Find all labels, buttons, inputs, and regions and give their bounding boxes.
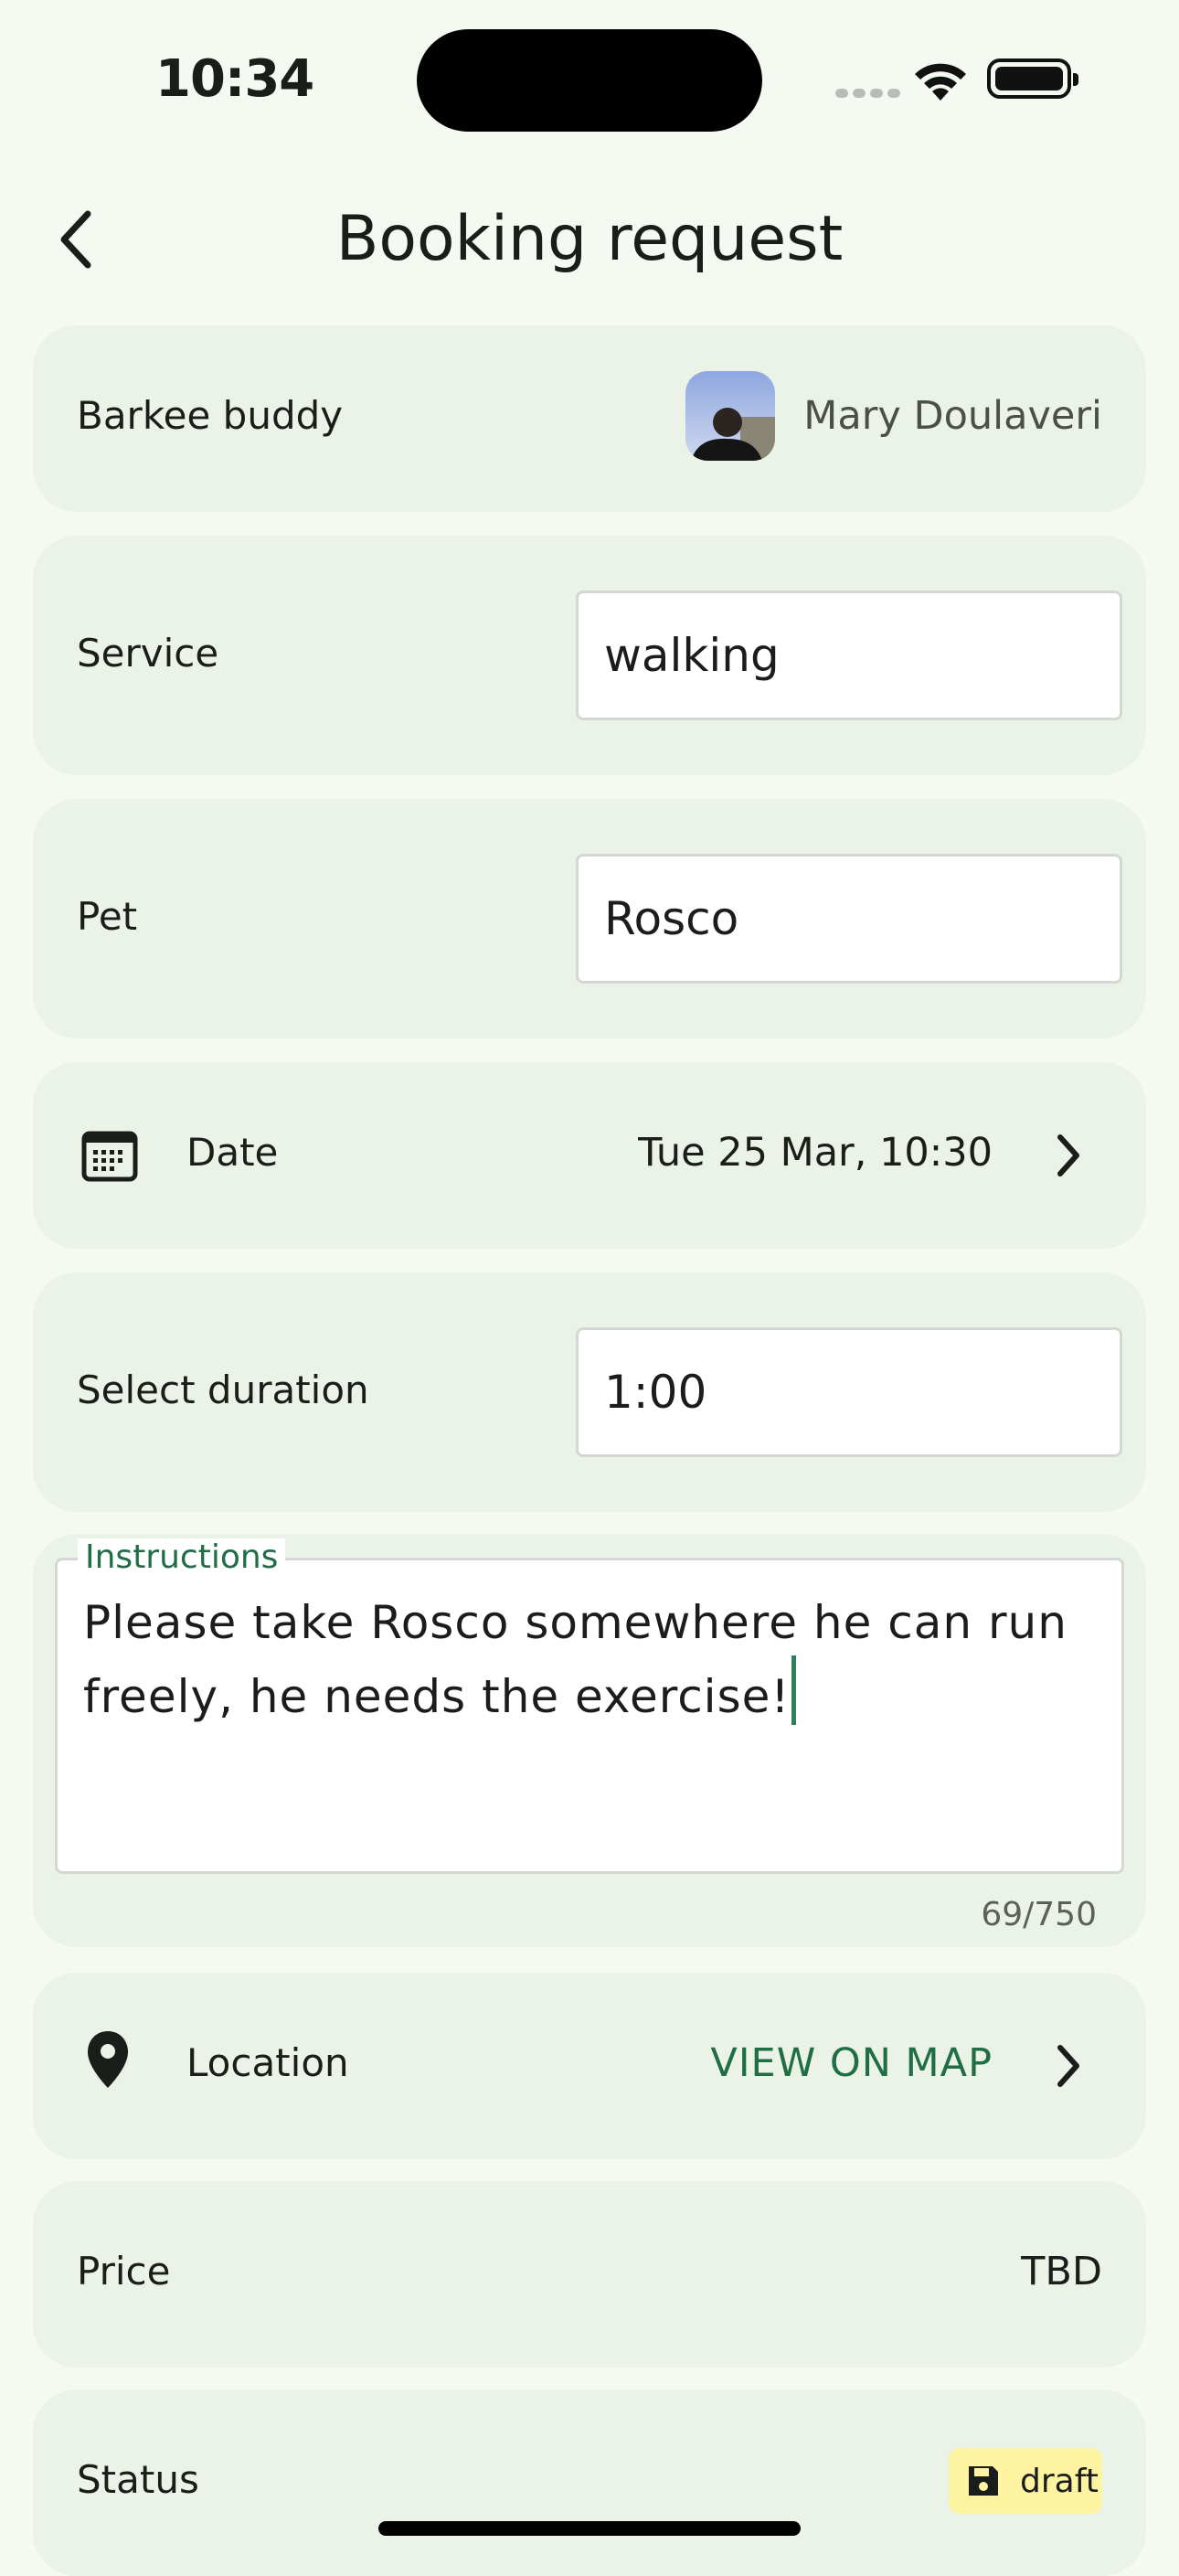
- location-row[interactable]: Location VIEW ON MAP: [33, 1973, 1146, 2159]
- duration-label: Select duration: [77, 1368, 369, 1412]
- instructions-label: Instructions: [78, 1538, 286, 1576]
- battery-icon: [987, 59, 1078, 99]
- service-label: Service: [77, 631, 219, 676]
- pet-row: Pet Rosco: [33, 799, 1146, 1038]
- save-icon: [965, 2463, 1002, 2503]
- cellular-signal-icon: [835, 84, 905, 101]
- buddy-row: Barkee buddy Mary Doulaveri: [33, 325, 1146, 512]
- status-time: 10:34: [155, 49, 314, 109]
- character-counter: 69/750: [981, 1896, 1097, 1933]
- price-row: Price TBD: [33, 2181, 1146, 2368]
- location-pin-icon: [86, 2029, 130, 2093]
- service-row: Service walking: [33, 536, 1146, 775]
- instructions-row: Instructions Please take Rosco somewhere…: [33, 1534, 1146, 1947]
- status-badge-text: draft: [1020, 2463, 1099, 2500]
- pet-select[interactable]: Rosco: [576, 854, 1122, 984]
- calendar-icon: [80, 1128, 139, 1187]
- chevron-right-icon: [1055, 1134, 1082, 1181]
- chevron-right-icon: [1055, 2044, 1082, 2092]
- instructions-text: Please take Rosco somewhere he can run f…: [83, 1596, 1067, 1723]
- pet-label: Pet: [77, 894, 138, 939]
- dynamic-island: [417, 29, 762, 132]
- page-title: Booking request: [335, 203, 844, 275]
- instructions-textarea[interactable]: Instructions Please take Rosco somewhere…: [55, 1538, 1124, 1874]
- status-row: Status draft: [33, 2390, 1146, 2576]
- date-value: Tue 25 Mar, 10:30: [638, 1130, 993, 1176]
- date-row[interactable]: Date Tue 25 Mar, 10:30: [33, 1062, 1146, 1249]
- text-caret: [791, 1655, 797, 1725]
- service-select[interactable]: walking: [576, 591, 1122, 720]
- wifi-icon: [910, 55, 971, 106]
- duration-select[interactable]: 1:00: [576, 1327, 1122, 1457]
- duration-row: Select duration 1:00: [33, 1272, 1146, 1512]
- home-indicator: [378, 2521, 801, 2536]
- status-badge: draft: [949, 2448, 1102, 2514]
- date-label: Date: [186, 1130, 279, 1175]
- view-on-map-link[interactable]: VIEW ON MAP: [710, 2040, 993, 2086]
- location-label: Location: [186, 2040, 349, 2085]
- buddy-label: Barkee buddy: [77, 393, 344, 438]
- price-value: TBD: [1021, 2249, 1102, 2294]
- price-label: Price: [77, 2249, 171, 2294]
- avatar: [685, 371, 775, 461]
- status-label: Status: [77, 2457, 199, 2502]
- buddy-name: Mary Doulaveri: [803, 393, 1102, 439]
